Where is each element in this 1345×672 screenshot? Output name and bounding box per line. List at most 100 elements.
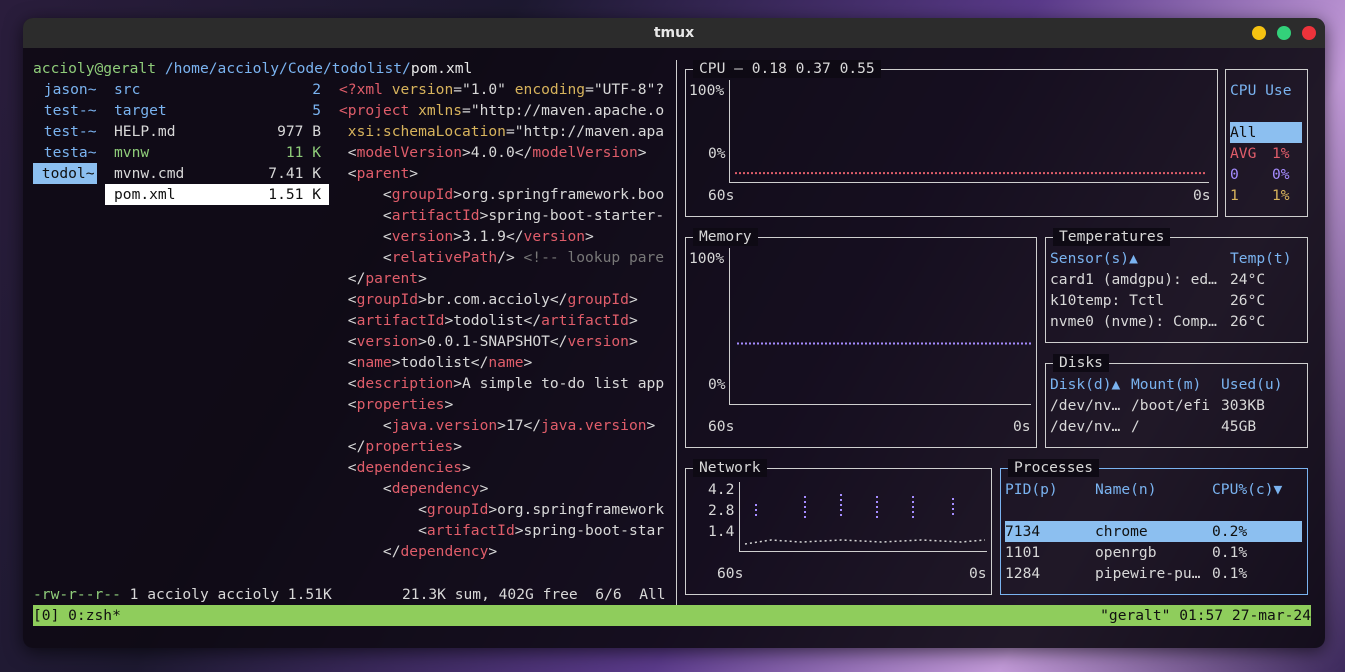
close-button[interactable] [1302,26,1316,40]
parent-dir-item[interactable]: todol~ [33,163,97,184]
file-item[interactable]: src 2 [105,79,329,100]
file-name: mvnw [114,144,150,161]
cpu-use-row[interactable]: 1 1% [1230,185,1302,206]
window-titlebar[interactable]: tmux [23,18,1325,48]
temp-value: 26°C [1230,292,1266,309]
file-size: 2 [312,81,321,98]
file-item[interactable]: pom.xml 1.51 K [105,184,329,205]
file-item[interactable]: target 5 [105,100,329,121]
memory-graph [737,342,1031,345]
file-name: pom.xml [114,186,176,203]
cpu-xleft: 60s [708,187,735,204]
cpu-xright: 0s [1193,187,1211,204]
file-name: target [114,102,167,119]
net-xaxis [739,551,987,552]
temp-sensor: k10temp: Tctl [1050,292,1165,309]
net-xright: 0s [969,565,987,582]
process-row[interactable]: 7134 chrome 0.2% [1005,521,1302,542]
temps-col-sensor[interactable]: Sensor(s)▲ [1050,248,1138,269]
net-yaxis [739,482,740,552]
disk-used: 303KB [1221,397,1265,414]
path-file: pom.xml [410,60,473,77]
window-title: tmux [653,25,695,41]
preview-line: <artifactId>todolist</artifactId> [339,312,638,329]
preview-line: </parent> [339,270,427,287]
file-size: 11 K [285,144,321,161]
process-name: pipewire-pu… [1095,565,1201,582]
process-row[interactable]: 1284 pipewire-pu… 0.1% [1005,563,1302,584]
preview-line: <artifactId>spring-boot-starter- [339,207,665,224]
tmux-status-right: "geralt" 01:57 27-mar-24 [1100,607,1311,624]
disks-col-disk[interactable]: Disk(d)▲ [1050,374,1120,395]
disk-used: 45GB [1221,418,1257,435]
memory-ymin: 0% [708,376,726,393]
parent-dir-item[interactable]: test-~ [35,121,97,142]
cpu-use-row[interactable]: 0 0% [1230,164,1302,185]
preview-line: <version>0.0.1-SNAPSHOT</version> [339,333,638,350]
disk-mount: / [1131,418,1140,435]
parent-dir-item[interactable]: testa~ [35,142,97,163]
proc-col-pid[interactable]: PID(p) [1005,479,1058,500]
processes-title: Processes [1008,459,1100,477]
memory-ymax: 100% [689,250,725,267]
preview-line: <java.version>17</java.version> [339,417,656,434]
cpu-ymax: 100% [689,82,725,99]
memory-xright: 0s [1013,418,1031,435]
cpu-xaxis [729,182,1209,183]
maximize-button[interactable] [1277,26,1291,40]
file-name: mvnw.cmd [114,165,185,182]
cpu-ymin: 0% [708,145,726,162]
file-item[interactable]: HELP.md 977 B [105,121,329,142]
preview-line: <relativePath/> <!-- lookup pare [339,249,665,266]
temp-sensor: card1 (amdgpu): ed… [1050,271,1217,288]
preview-line: </dependency> [339,543,498,560]
file-permissions: -rw-r--r-- [33,586,121,603]
cpu-use-value: 1% [1272,145,1290,162]
cpu-use-value: 1% [1272,187,1290,204]
process-pid: 1284 [1005,565,1041,582]
cpu-use-label: AVG [1230,145,1257,162]
cpu-use-row[interactable]: All [1230,122,1302,143]
file-item[interactable]: mvnw.cmd 7.41 K [105,163,329,184]
file-name: HELP.md [114,123,176,140]
disk-name: /dev/nv… [1050,397,1121,414]
process-name: openrgb [1095,544,1157,561]
preview-line: <description>A simple to-do list app [339,375,665,392]
parent-dir-item[interactable]: jason~ [35,79,97,100]
memory-yaxis [729,248,730,405]
preview-line: <groupId>org.springframework.boo [339,186,665,203]
preview-line: <modelVersion>4.0.0</modelVersion> [339,144,647,161]
ranger-summary: 21.3K sum, 402G free 6/6 All [402,586,666,603]
ranger-path: accioly@geralt /home/accioly/Code/todoli… [33,58,472,79]
disks-col-mount[interactable]: Mount(m) [1131,374,1201,395]
file-item[interactable]: mvnw 11 K [105,142,329,163]
path-dir: /home/accioly/Code/todolist/ [164,60,411,77]
temps-col-temp[interactable]: Temp(t) [1230,248,1292,269]
temperatures-title: Temperatures [1053,228,1171,246]
cpu-use-row[interactable]: AVG 1% [1230,143,1302,164]
preview-line: <project xmlns="http://maven.apache.o [339,102,665,119]
net-tick-2: 2.8 [708,502,735,519]
memory-title: Memory [693,228,758,246]
proc-col-cpu[interactable]: CPU%(c)▼ [1212,479,1282,500]
disk-name: /dev/nv… [1050,418,1121,435]
process-row[interactable]: 1101 openrgb 0.1% [1005,542,1302,563]
memory-xaxis [729,404,1031,405]
proc-col-name[interactable]: Name(n) [1095,479,1157,500]
tmux-window-list[interactable]: [0] 0:zsh* [33,605,121,626]
cpu-title: CPU — 0.18 0.37 0.55 [693,60,881,78]
path-user: accioly@geralt [33,60,157,77]
ranger-statusline: -rw-r--r-- 1 accioly accioly 1.51K [33,584,332,605]
cpu-use-label: 0 [1230,166,1239,183]
preview-line: <artifactId>spring-boot-star [339,522,665,539]
cpu-use-label: 1 [1230,187,1239,204]
parent-dir-item[interactable]: test-~ [35,100,97,121]
file-size: 977 B [277,123,321,140]
disks-col-used[interactable]: Used(u) [1221,374,1283,395]
pane-divider[interactable] [676,60,677,605]
cpu-use-title: CPU Use [1230,82,1292,99]
preview-line: xsi:schemaLocation="http://maven.apa [339,123,665,140]
file-size: 1.51 K [268,186,321,203]
preview-line: <properties> [339,396,454,413]
minimize-button[interactable] [1252,26,1266,40]
